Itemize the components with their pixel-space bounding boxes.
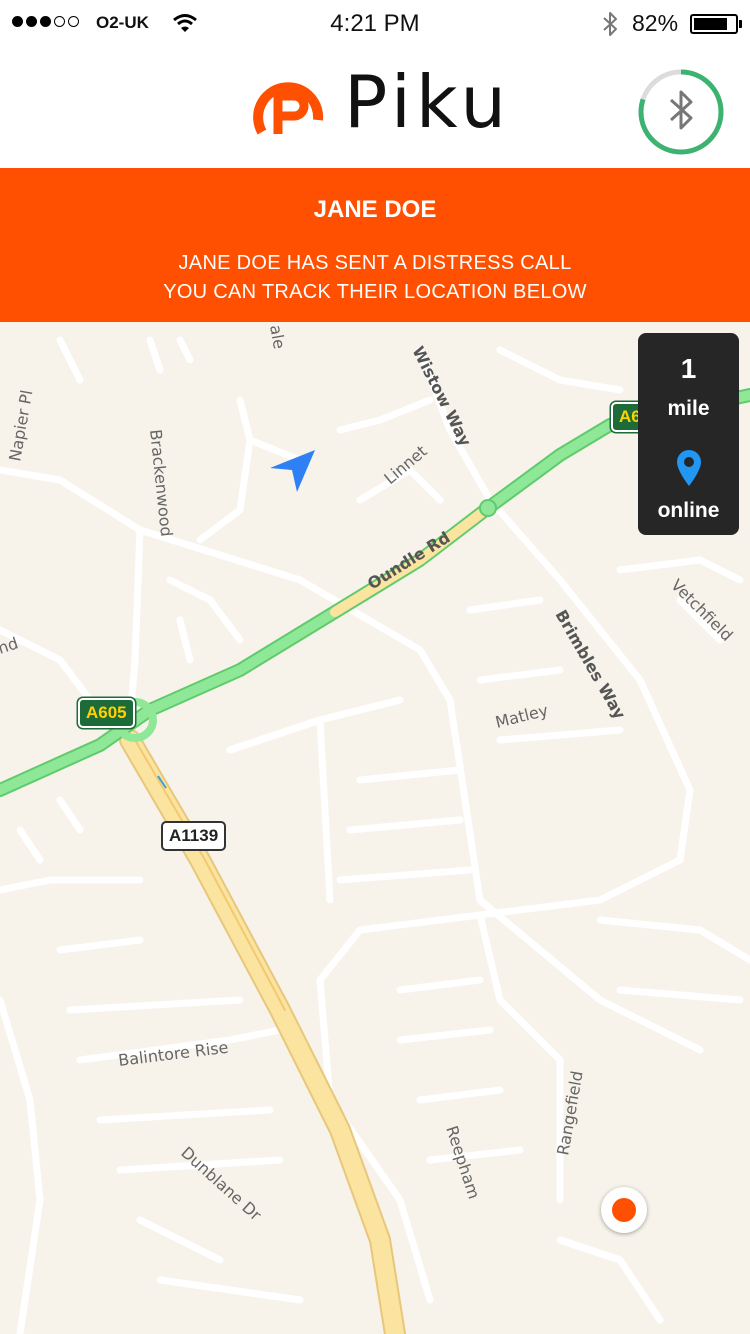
- road-label-vetchfield: Vetchfield: [667, 575, 736, 644]
- road-label-brackenwood: Brackenwood: [146, 428, 176, 537]
- alert-message-line-1: JANE DOE HAS SENT A DISTRESS CALL: [178, 252, 572, 274]
- road-label-dunblane-dr: Dunblane Dr: [177, 1143, 265, 1225]
- battery-percent: 82%: [632, 10, 679, 36]
- battery-nub: [739, 20, 742, 28]
- distance-unit: mile: [667, 397, 710, 420]
- piku-logo-icon: [253, 82, 324, 135]
- alert-message-line-2: YOU CAN TRACK THEIR LOCATION BELOW: [163, 281, 587, 303]
- user-location-marker[interactable]: [601, 1187, 647, 1233]
- road-label-napier-pl: Napier Pl: [5, 389, 36, 463]
- road-label-oundle-rd: Oundle Rd: [364, 528, 453, 594]
- status-bar: O2-UK 4:21 PM 82%: [0, 0, 750, 48]
- road-label-reepham: Reepham: [442, 1123, 483, 1201]
- location-pin-icon: [677, 450, 701, 486]
- distance-value: 1: [680, 353, 697, 384]
- road-shield-a1139: A1139: [161, 821, 227, 851]
- road-label-balintore-rise: Balintore Rise: [117, 1038, 229, 1070]
- battery-icon: [690, 14, 738, 34]
- bluetooth-icon: [669, 90, 693, 130]
- brand-name: Piku: [344, 60, 511, 144]
- battery-level: [694, 18, 727, 30]
- bluetooth-icon: [603, 12, 617, 36]
- app-header: Piku: [0, 48, 750, 168]
- alert-title: JANE DOE: [313, 196, 437, 223]
- distress-alert-banner: JANE DOE JANE DOE HAS SENT A DISTRESS CA…: [0, 168, 750, 322]
- bluetooth-connect-button[interactable]: [637, 68, 725, 156]
- user-location-dot: [612, 1198, 636, 1222]
- road-label-ale: ale: [266, 323, 289, 350]
- road-label-matley: Matley: [493, 700, 550, 731]
- road-label-wistow-way: Wistow Way: [408, 343, 475, 450]
- online-status: online: [657, 499, 720, 522]
- tracking-info-panel: 1 mile online: [638, 333, 739, 535]
- road-label-brimbles-way: Brimbles Way: [552, 607, 630, 723]
- road-shield-a605: A605: [78, 698, 135, 728]
